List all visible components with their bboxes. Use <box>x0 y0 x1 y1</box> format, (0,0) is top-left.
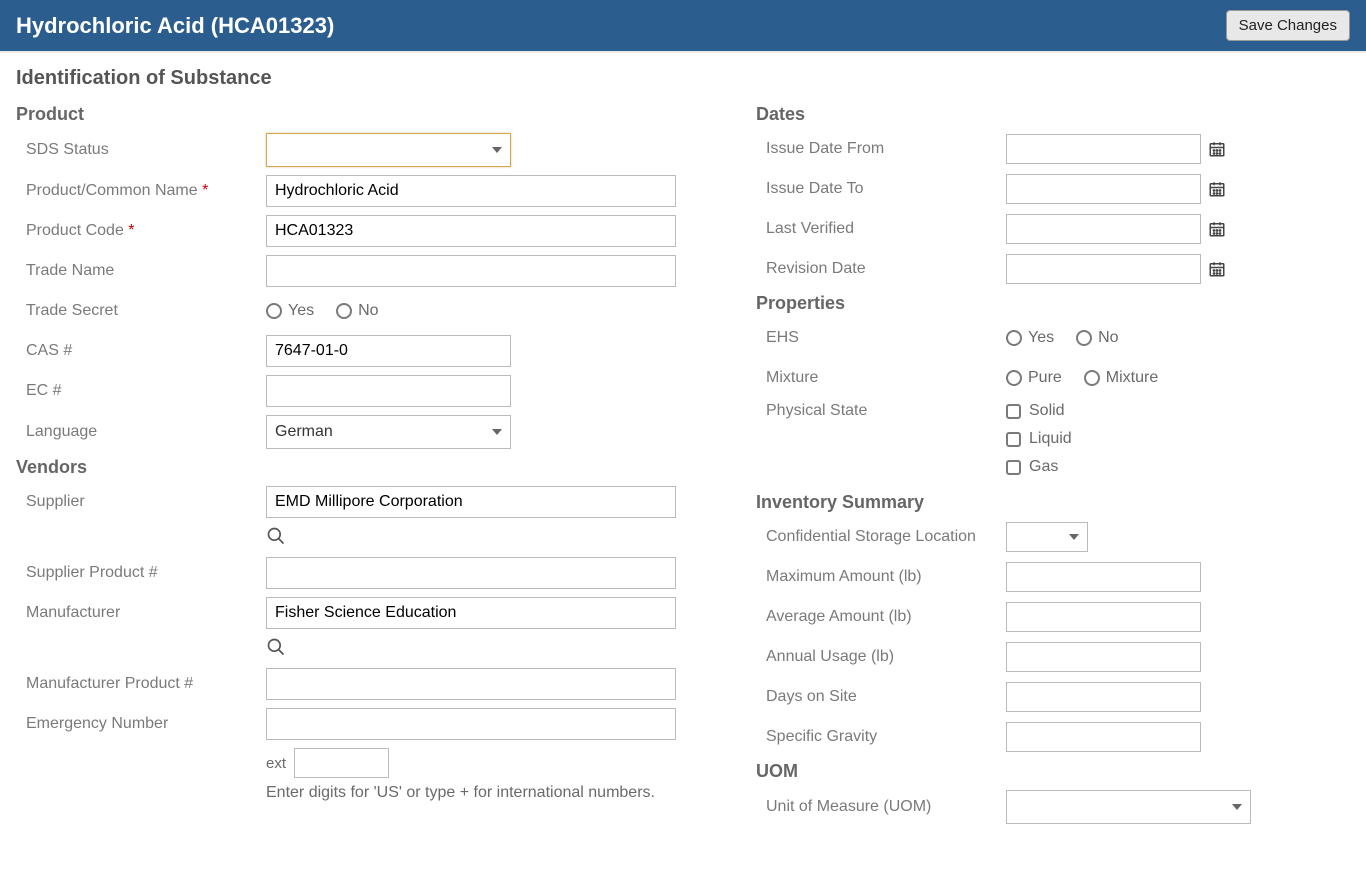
annual-usage-label: Annual Usage (lb) <box>756 648 1006 666</box>
emergency-label: Emergency Number <box>16 715 266 733</box>
issue-from-label: Issue Date From <box>756 140 1006 158</box>
calendar-icon[interactable] <box>1207 219 1227 239</box>
conf-loc-select[interactable] <box>1006 522 1088 552</box>
language-value: German <box>275 423 333 441</box>
physical-state-solid-checkbox[interactable]: Solid <box>1006 402 1350 420</box>
trade-name-label: Trade Name <box>16 262 266 280</box>
avg-amount-input[interactable] <box>1006 602 1201 632</box>
last-verified-label: Last Verified <box>756 220 1006 238</box>
ext-input[interactable] <box>294 748 389 778</box>
supplier-label: Supplier <box>16 493 266 511</box>
issue-to-label: Issue Date To <box>756 180 1006 198</box>
supplier-input[interactable] <box>266 486 676 518</box>
section-identification-title: Identification of Substance <box>16 67 1350 90</box>
mixture-pure-radio[interactable]: Pure <box>1006 369 1062 387</box>
annual-usage-input[interactable] <box>1006 642 1201 672</box>
ehs-no-radio[interactable]: No <box>1076 329 1118 347</box>
properties-heading: Properties <box>756 293 1350 314</box>
emergency-hint: Enter digits for 'US' or type + for inte… <box>266 784 726 802</box>
issue-from-input[interactable] <box>1006 134 1201 164</box>
avg-amount-label: Average Amount (lb) <box>756 608 1006 626</box>
issue-to-input[interactable] <box>1006 174 1201 204</box>
language-label: Language <box>16 423 266 441</box>
last-verified-input[interactable] <box>1006 214 1201 244</box>
search-icon[interactable] <box>266 526 286 546</box>
language-select[interactable]: German <box>266 415 511 449</box>
inventory-heading: Inventory Summary <box>756 492 1350 513</box>
uom-select[interactable] <box>1006 790 1251 824</box>
product-code-label: Product Code * <box>16 222 266 240</box>
ehs-label: EHS <box>756 329 1006 347</box>
sds-status-select[interactable] <box>266 133 511 167</box>
product-heading: Product <box>16 104 726 125</box>
mixture-label: Mixture <box>756 369 1006 387</box>
specific-gravity-input[interactable] <box>1006 722 1201 752</box>
days-on-site-label: Days on Site <box>756 688 1006 706</box>
uom-label: Unit of Measure (UOM) <box>756 798 1006 816</box>
physical-state-liquid-checkbox[interactable]: Liquid <box>1006 430 1350 448</box>
conf-loc-label: Confidential Storage Location <box>756 528 1006 546</box>
max-amount-input[interactable] <box>1006 562 1201 592</box>
product-name-label: Product/Common Name * <box>16 182 266 200</box>
days-on-site-input[interactable] <box>1006 682 1201 712</box>
cas-input[interactable] <box>266 335 511 367</box>
manufacturer-product-label: Manufacturer Product # <box>16 675 266 693</box>
physical-state-label: Physical State <box>756 402 1006 420</box>
chevron-down-icon <box>1069 534 1079 540</box>
cas-label: CAS # <box>16 342 266 360</box>
supplier-product-input[interactable] <box>266 557 676 589</box>
physical-state-gas-checkbox[interactable]: Gas <box>1006 458 1350 476</box>
ext-label: ext <box>266 755 286 772</box>
save-changes-button[interactable]: Save Changes <box>1226 10 1350 41</box>
vendors-heading: Vendors <box>16 457 726 478</box>
manufacturer-product-input[interactable] <box>266 668 676 700</box>
ec-label: EC # <box>16 382 266 400</box>
chevron-down-icon <box>492 147 502 153</box>
ehs-yes-radio[interactable]: Yes <box>1006 329 1054 347</box>
trade-secret-label: Trade Secret <box>16 302 266 320</box>
mixture-mixture-radio[interactable]: Mixture <box>1084 369 1158 387</box>
manufacturer-label: Manufacturer <box>16 604 266 622</box>
max-amount-label: Maximum Amount (lb) <box>756 568 1006 586</box>
revision-date-label: Revision Date <box>756 260 1006 278</box>
trade-name-input[interactable] <box>266 255 676 287</box>
trade-secret-yes-radio[interactable]: Yes <box>266 302 314 320</box>
search-icon[interactable] <box>266 637 286 657</box>
page-title: Hydrochloric Acid (HCA01323) <box>16 13 334 39</box>
dates-heading: Dates <box>756 104 1350 125</box>
chevron-down-icon <box>492 429 502 435</box>
product-name-input[interactable] <box>266 175 676 207</box>
supplier-product-label: Supplier Product # <box>16 564 266 582</box>
trade-secret-no-radio[interactable]: No <box>336 302 378 320</box>
uom-heading: UOM <box>756 761 1350 782</box>
sds-status-label: SDS Status <box>16 141 266 159</box>
calendar-icon[interactable] <box>1207 259 1227 279</box>
revision-date-input[interactable] <box>1006 254 1201 284</box>
emergency-input[interactable] <box>266 708 676 740</box>
calendar-icon[interactable] <box>1207 139 1227 159</box>
calendar-icon[interactable] <box>1207 179 1227 199</box>
product-code-input[interactable] <box>266 215 676 247</box>
specific-gravity-label: Specific Gravity <box>756 728 1006 746</box>
manufacturer-input[interactable] <box>266 597 676 629</box>
page-header: Hydrochloric Acid (HCA01323) Save Change… <box>0 0 1366 53</box>
ec-input[interactable] <box>266 375 511 407</box>
chevron-down-icon <box>1232 804 1242 810</box>
